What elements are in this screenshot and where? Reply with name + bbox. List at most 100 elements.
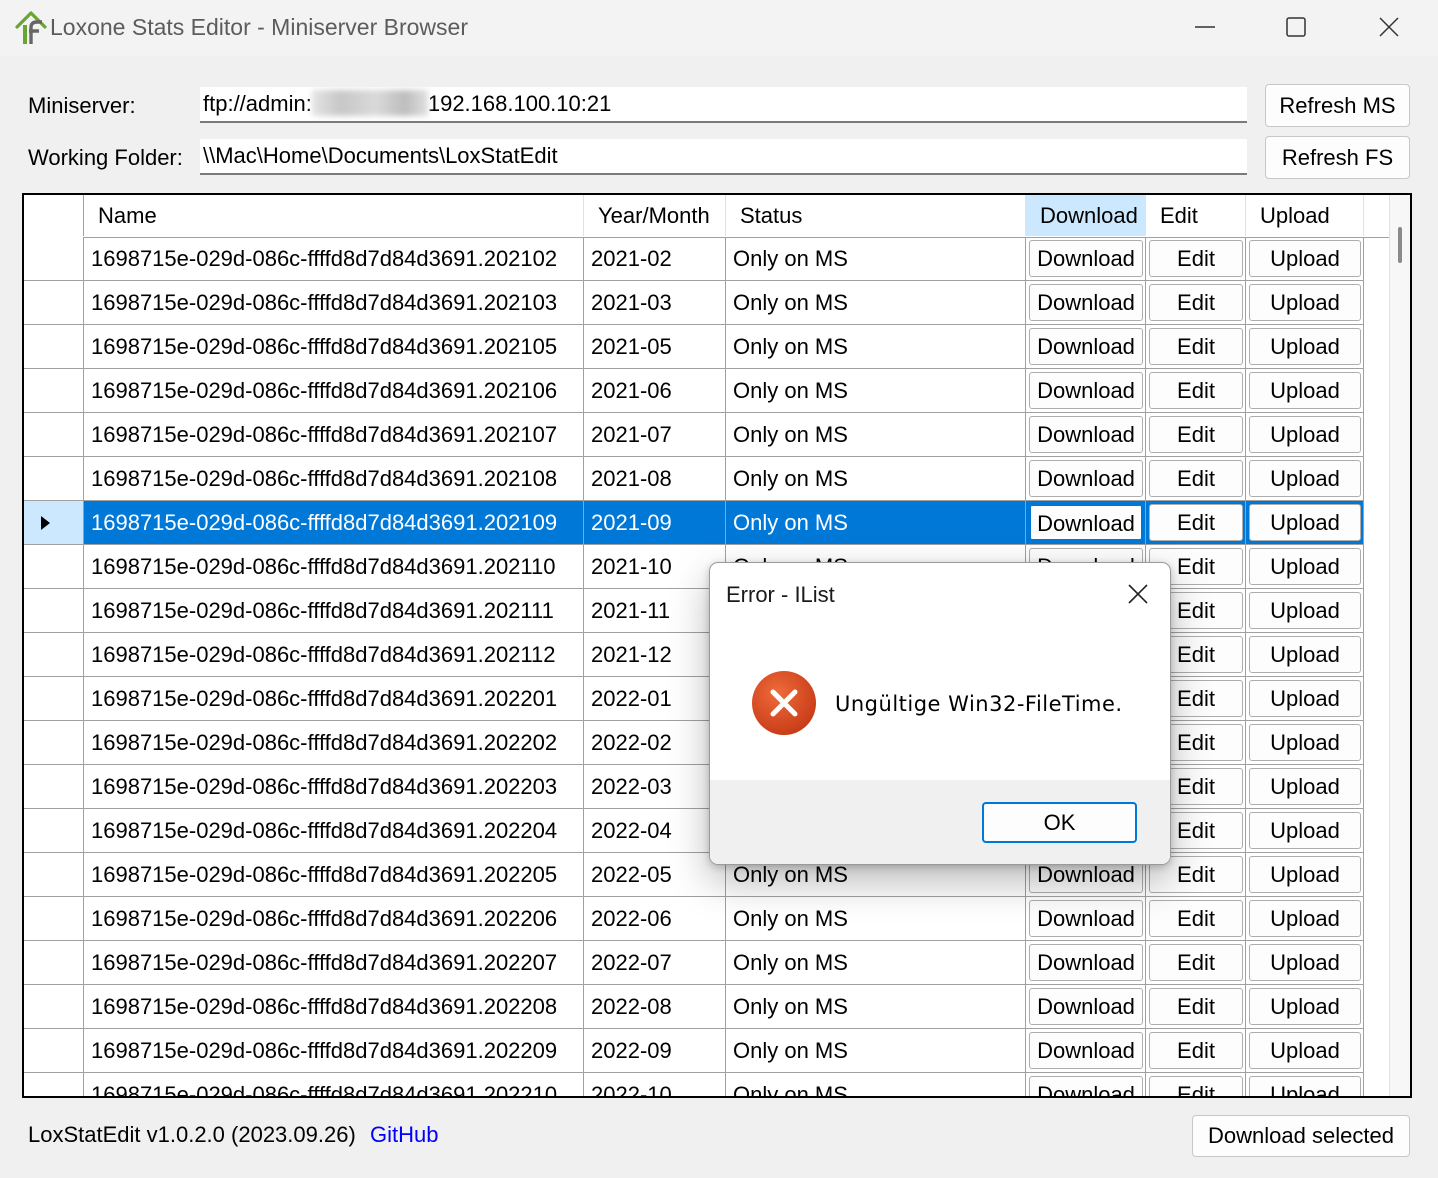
download-button[interactable]: Download [1029,1032,1143,1069]
download-button[interactable]: Download [1029,944,1143,981]
row-header[interactable] [24,677,84,720]
upload-button[interactable]: Upload [1249,812,1361,849]
row-header[interactable] [24,457,84,500]
upload-button[interactable]: Upload [1249,900,1361,937]
download-button[interactable]: Download [1029,1076,1143,1096]
miniserver-input[interactable]: ftp://admin: 192.168.100.10:21 [200,87,1247,123]
cell-name: 1698715e-029d-086c-ffffd8d7d84d3691.2021… [84,281,584,324]
refresh-ms-button[interactable]: Refresh MS [1265,84,1410,127]
table-row[interactable]: 1698715e-029d-086c-ffffd8d7d84d3691.2021… [24,237,1364,281]
upload-button[interactable]: Upload [1249,1032,1361,1069]
upload-button[interactable]: Upload [1249,724,1361,761]
table-row[interactable]: 1698715e-029d-086c-ffffd8d7d84d3691.2021… [24,281,1364,325]
download-button[interactable]: Download [1029,504,1143,541]
row-header[interactable] [24,413,84,456]
upload-button[interactable]: Upload [1249,856,1361,893]
row-header[interactable] [24,1029,84,1072]
edit-button[interactable]: Edit [1149,900,1243,937]
edit-button[interactable]: Edit [1149,988,1243,1025]
row-header[interactable] [24,545,84,588]
column-header-download[interactable]: Download [1026,195,1146,236]
cell-name: 1698715e-029d-086c-ffffd8d7d84d3691.2022… [84,897,584,940]
github-link[interactable]: GitHub [370,1122,438,1148]
table-row[interactable]: 1698715e-029d-086c-ffffd8d7d84d3691.2022… [24,1029,1364,1073]
edit-button[interactable]: Edit [1149,372,1243,409]
edit-button[interactable]: Edit [1149,240,1243,277]
download-selected-button[interactable]: Download selected [1192,1115,1410,1157]
edit-button[interactable]: Edit [1149,944,1243,981]
download-button[interactable]: Download [1029,416,1143,453]
edit-button[interactable]: Edit [1149,1076,1243,1096]
row-header[interactable] [24,765,84,808]
edit-button[interactable]: Edit [1149,504,1243,541]
cell-year-month: 2022-02 [584,721,726,764]
dialog-close-button[interactable] [1113,571,1161,615]
upload-button[interactable]: Upload [1249,592,1361,629]
column-header-year-month[interactable]: Year/Month [584,195,726,236]
table-row[interactable]: 1698715e-029d-086c-ffffd8d7d84d3691.2022… [24,1073,1364,1096]
download-button[interactable]: Download [1029,460,1143,497]
download-button[interactable]: Download [1029,900,1143,937]
upload-button[interactable]: Upload [1249,548,1361,585]
column-header-edit[interactable]: Edit [1146,195,1246,236]
upload-button[interactable]: Upload [1249,944,1361,981]
upload-button[interactable]: Upload [1249,328,1361,365]
edit-button[interactable]: Edit [1149,460,1243,497]
row-header[interactable] [24,501,84,544]
row-header[interactable] [24,809,84,852]
row-header[interactable] [24,721,84,764]
row-header[interactable] [24,985,84,1028]
edit-button[interactable]: Edit [1149,328,1243,365]
edit-button[interactable]: Edit [1149,416,1243,453]
row-header[interactable] [24,237,84,280]
row-header[interactable] [24,589,84,632]
row-header[interactable] [24,281,84,324]
column-header-upload[interactable]: Upload [1246,195,1364,236]
minimize-button[interactable] [1182,6,1228,48]
upload-button[interactable]: Upload [1249,372,1361,409]
table-row[interactable]: 1698715e-029d-086c-ffffd8d7d84d3691.2021… [24,501,1364,545]
upload-button[interactable]: Upload [1249,1076,1361,1096]
table-row[interactable]: 1698715e-029d-086c-ffffd8d7d84d3691.2021… [24,325,1364,369]
edit-button[interactable]: Edit [1149,284,1243,321]
edit-button[interactable]: Edit [1149,1032,1243,1069]
download-button[interactable]: Download [1029,284,1143,321]
row-header[interactable] [24,897,84,940]
row-header[interactable] [24,853,84,896]
row-header[interactable] [24,633,84,676]
download-button[interactable]: Download [1029,988,1143,1025]
upload-button[interactable]: Upload [1249,460,1361,497]
row-header[interactable] [24,325,84,368]
table-row[interactable]: 1698715e-029d-086c-ffffd8d7d84d3691.2022… [24,941,1364,985]
download-button[interactable]: Download [1029,372,1143,409]
refresh-fs-button[interactable]: Refresh FS [1265,136,1410,179]
download-button[interactable]: Download [1029,240,1143,277]
cell-year-month: 2021-03 [584,281,726,324]
table-row[interactable]: 1698715e-029d-086c-ffffd8d7d84d3691.2021… [24,369,1364,413]
upload-button[interactable]: Upload [1249,504,1361,541]
row-header[interactable] [24,1073,84,1096]
working-folder-input[interactable]: \\Mac\Home\Documents\LoxStatEdit [200,139,1247,175]
scrollbar-thumb[interactable] [1398,227,1402,263]
upload-button[interactable]: Upload [1249,636,1361,673]
maximize-button[interactable] [1273,6,1319,48]
table-row[interactable]: 1698715e-029d-086c-ffffd8d7d84d3691.2021… [24,413,1364,457]
row-header[interactable] [24,941,84,984]
close-button[interactable] [1366,6,1412,48]
upload-button[interactable]: Upload [1249,240,1361,277]
ok-button[interactable]: OK [982,802,1137,843]
row-header[interactable] [24,369,84,412]
vertical-scrollbar[interactable] [1389,195,1410,1096]
miniserver-label: Miniserver: [28,93,136,118]
upload-button[interactable]: Upload [1249,284,1361,321]
download-button[interactable]: Download [1029,328,1143,365]
column-header-status[interactable]: Status [726,195,1026,236]
upload-button[interactable]: Upload [1249,680,1361,717]
table-row[interactable]: 1698715e-029d-086c-ffffd8d7d84d3691.2021… [24,457,1364,501]
upload-button[interactable]: Upload [1249,988,1361,1025]
table-row[interactable]: 1698715e-029d-086c-ffffd8d7d84d3691.2022… [24,897,1364,941]
upload-button[interactable]: Upload [1249,416,1361,453]
column-header-name[interactable]: Name [84,195,584,236]
upload-button[interactable]: Upload [1249,768,1361,805]
table-row[interactable]: 1698715e-029d-086c-ffffd8d7d84d3691.2022… [24,985,1364,1029]
